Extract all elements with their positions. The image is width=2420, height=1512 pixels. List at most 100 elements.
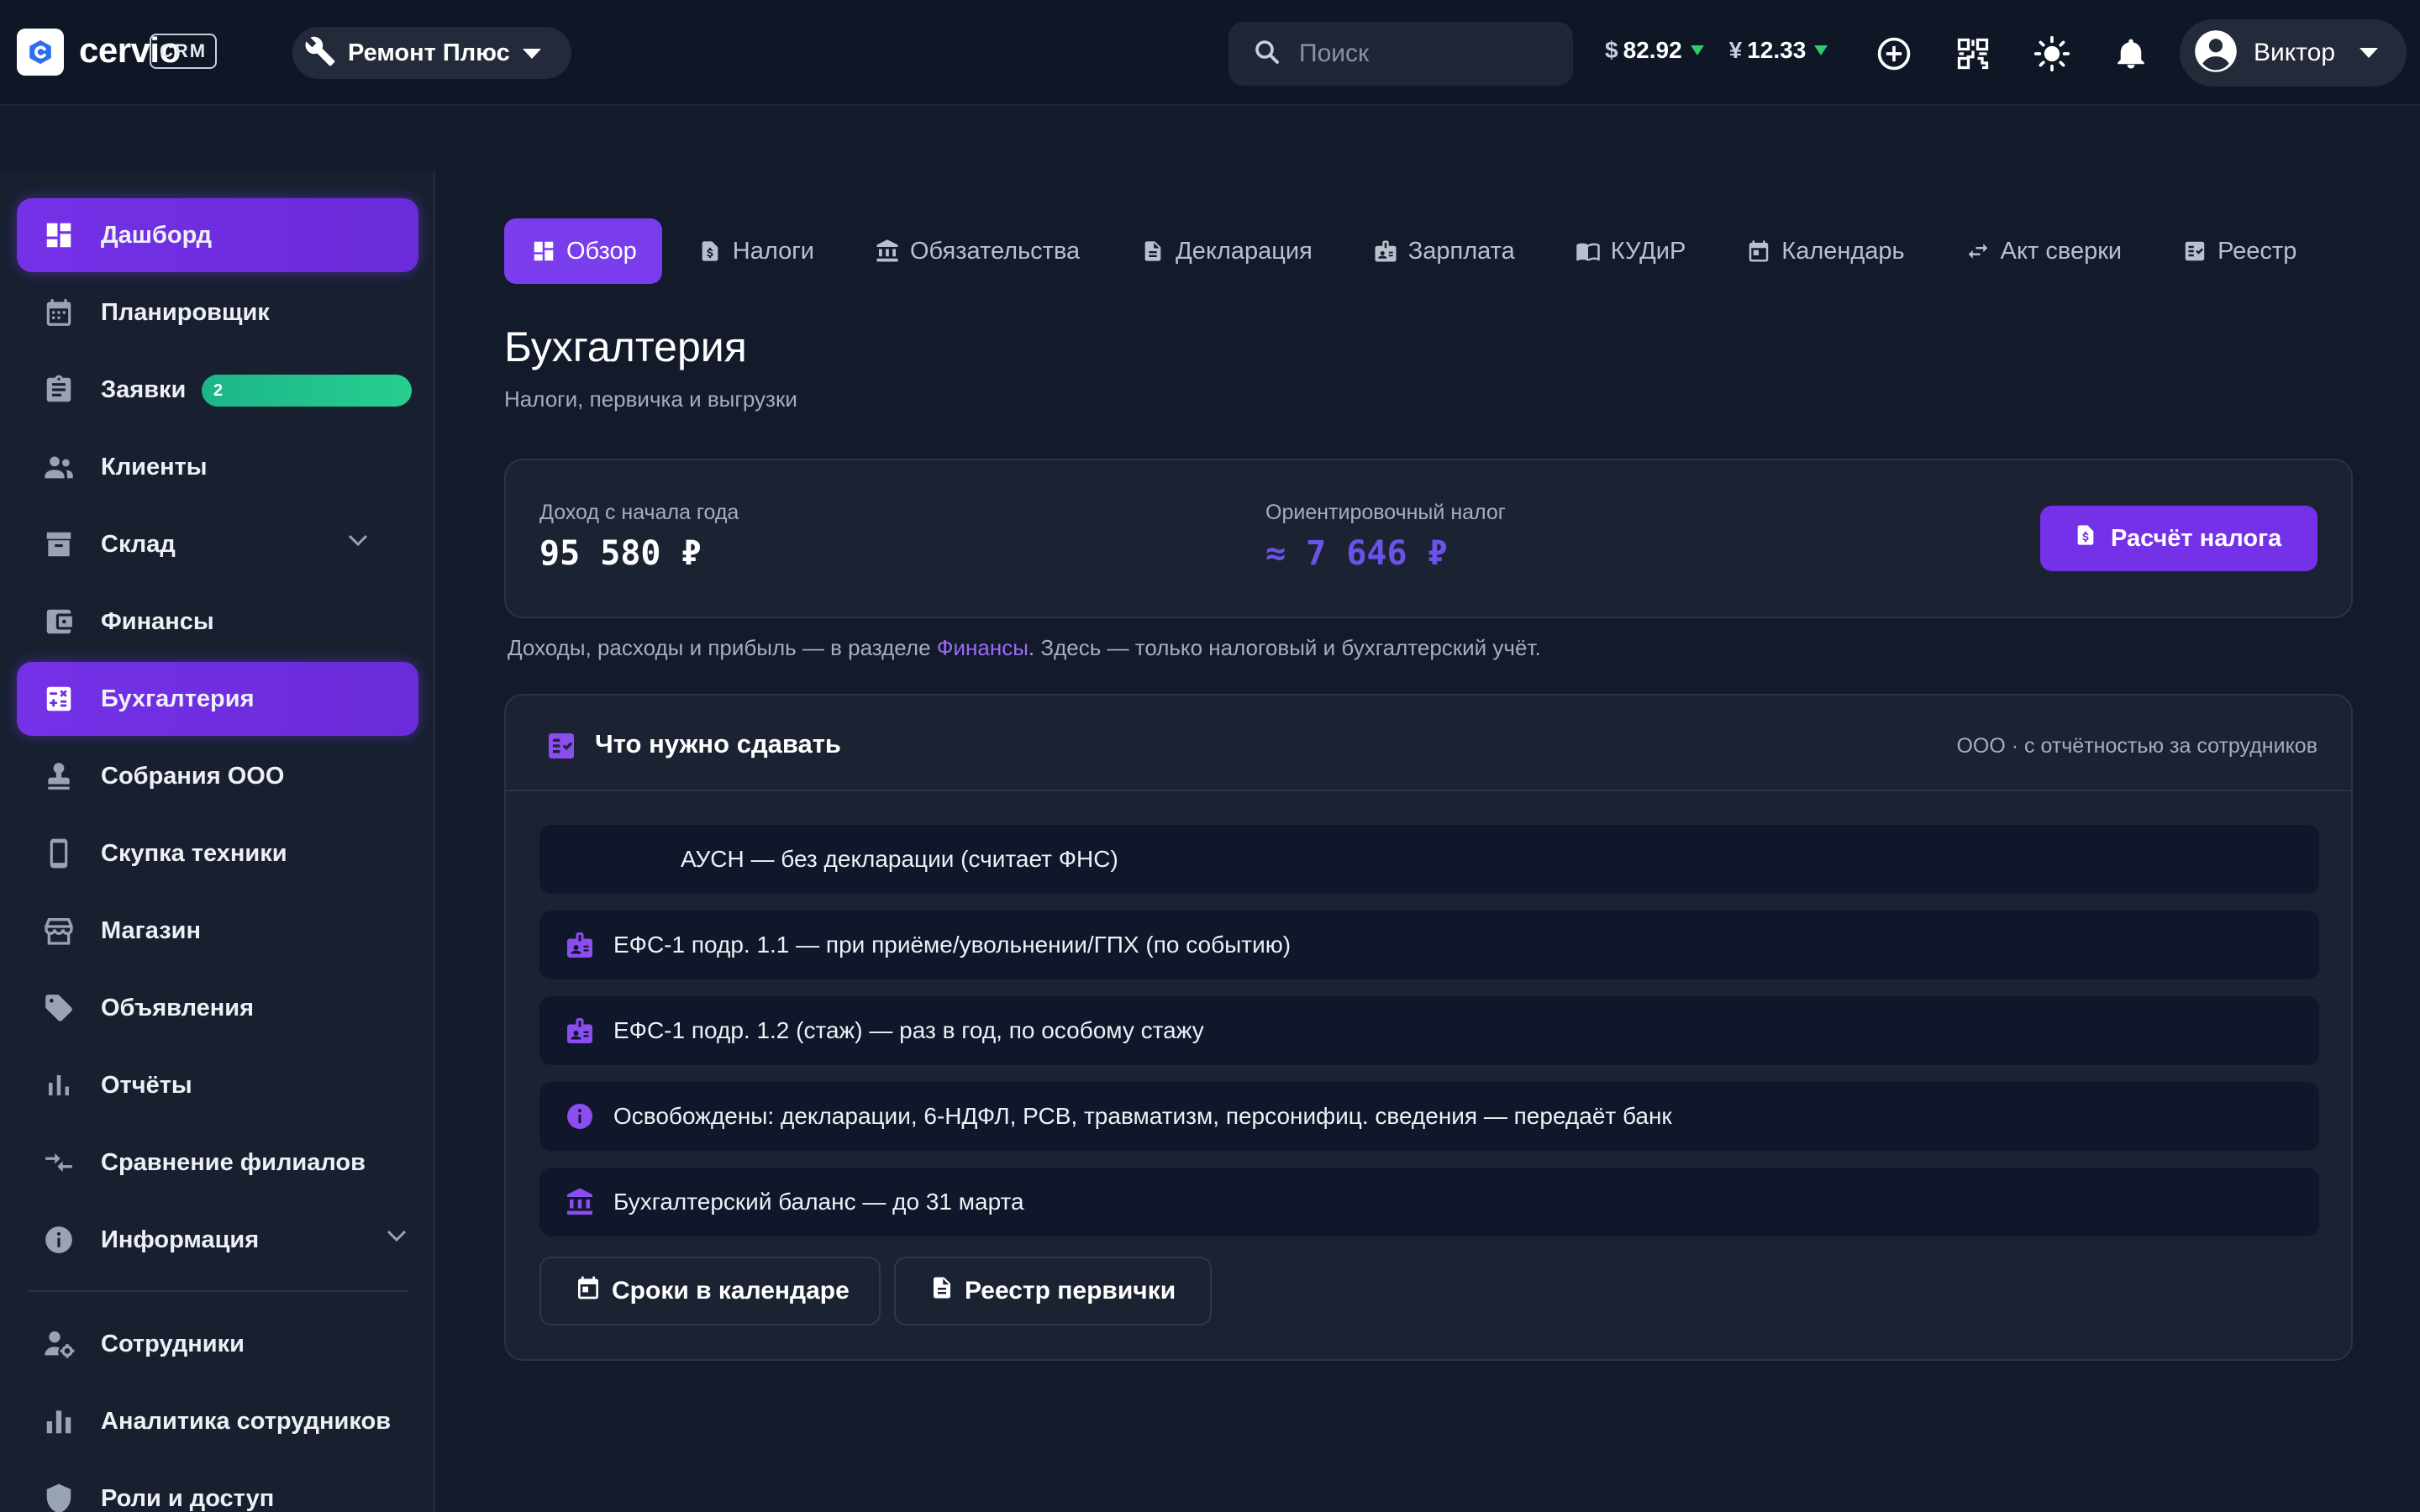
chevron-down-icon <box>2360 47 2378 62</box>
sidebar-item-label: Информация <box>101 1226 260 1253</box>
sidebar-item-buyback[interactable]: Скупка техники <box>17 816 418 890</box>
list-item-text: АУСН — без декларации (считает ФНС) <box>681 846 1118 872</box>
currency-rates: $ 82.92 ¥ 12.33 <box>1605 37 1828 64</box>
sidebar-item-reports[interactable]: Отчёты <box>17 1048 418 1122</box>
list-item: АУСН — без декларации (считает ФНС) <box>539 825 2319 894</box>
rate-usd: $ 82.92 <box>1605 37 1704 64</box>
compare-icon <box>40 1144 77 1181</box>
sidebar-item-meetings[interactable]: Собрания ООО <box>17 739 418 813</box>
theme-toggle-icon[interactable] <box>2032 34 2072 74</box>
calculate-tax-label: Расчёт налога <box>2111 524 2282 552</box>
bell-icon[interactable] <box>2111 34 2151 74</box>
finance-note: Доходы, расходы и прибыль — в разделе Фи… <box>508 635 1541 661</box>
tab-kudir[interactable]: КУДиР <box>1549 218 1712 284</box>
user-menu[interactable]: Виктор <box>2180 19 2407 87</box>
tab-taxes[interactable]: Налоги <box>671 218 839 284</box>
page-title: Бухгалтерия <box>504 323 747 370</box>
sidebar-item-label: Сравнение филиалов <box>101 1148 366 1176</box>
sidebar-item-label: Роли и доступ <box>101 1484 275 1512</box>
sidebar-item-requests[interactable]: Заявки 2 <box>17 353 418 427</box>
tab-overview[interactable]: Обзор <box>504 218 662 284</box>
primary-docs-registry-label: Реестр первички <box>965 1277 1176 1305</box>
finance-link[interactable]: Финансы <box>937 635 1028 660</box>
rate-cny-value: 12.33 <box>1747 37 1807 63</box>
tab-registry[interactable]: Реестр <box>2155 218 2296 284</box>
bank-icon <box>563 1185 597 1219</box>
sidebar-item-label: Дашборд <box>101 221 212 249</box>
search-placeholder: Поиск <box>1299 39 1370 67</box>
rate-cny: ¥ 12.33 <box>1729 37 1828 64</box>
sidebar-item-finance[interactable]: Финансы <box>17 585 418 659</box>
sidebar-item-label: Собрания ООО <box>101 762 285 790</box>
list-item-text: Бухгалтерский баланс — до 31 марта <box>613 1189 1024 1215</box>
tab-reconciliation[interactable]: Акт сверки <box>1939 218 2147 284</box>
book-icon <box>1574 237 1602 265</box>
sidebar-item-label: Объявления <box>101 994 255 1021</box>
calendar-icon <box>40 294 77 331</box>
sidebar-item-dashboard[interactable]: Дашборд <box>17 198 418 272</box>
badge-icon <box>563 928 597 962</box>
bank-icon <box>873 237 902 265</box>
avatar-icon <box>2193 29 2238 78</box>
clipboard-icon <box>40 371 77 408</box>
badge-icon <box>1371 237 1400 265</box>
sidebar-item-clients[interactable]: Клиенты <box>17 430 418 504</box>
sidebar-item-label: Магазин <box>101 916 201 944</box>
branch-label: Ремонт Плюс <box>348 39 510 66</box>
add-circle-icon[interactable] <box>1874 34 1914 74</box>
tab-declaration[interactable]: Декларация <box>1113 218 1338 284</box>
calendar-deadlines-button[interactable]: Сроки в календаре <box>539 1257 881 1326</box>
sidebar-item-accounting[interactable]: Бухгалтерия <box>17 662 418 736</box>
tab-obligations[interactable]: Обязательства <box>848 218 1105 284</box>
tab-label: Декларация <box>1176 237 1313 265</box>
trend-down-icon <box>1814 45 1828 55</box>
sidebar-item-warehouse[interactable]: Склад <box>17 507 418 581</box>
list-item-text: Освобождены: декларации, 6-НДФЛ, РСВ, тр… <box>613 1103 1672 1129</box>
logo-icon[interactable] <box>17 29 64 76</box>
tax-doc-icon <box>696 237 724 265</box>
tab-label: Зарплата <box>1407 237 1515 265</box>
list-item-text: ЕФС-1 подр. 1.2 (стаж) — раз в год, по о… <box>613 1017 1204 1043</box>
filing-requirements-card: Что нужно сдавать ООО · с отчётностью за… <box>504 694 2353 1361</box>
qr-code-icon[interactable] <box>1953 34 1993 74</box>
sidebar-item-staff-analytics[interactable]: Аналитика сотрудников <box>17 1384 418 1458</box>
search-input[interactable]: Поиск <box>1228 22 1573 86</box>
tab-label: Обязательства <box>910 237 1081 265</box>
shield-icon <box>40 1480 77 1512</box>
sidebar-item-info[interactable]: Информация <box>17 1203 418 1277</box>
checklist-icon <box>543 729 580 767</box>
calendar-deadlines-label: Сроки в календаре <box>612 1277 850 1305</box>
sidebar-item-label: Планировщик <box>101 298 270 326</box>
branch-selector[interactable]: Ремонт Плюс <box>292 27 571 79</box>
chevron-down-icon <box>523 48 541 63</box>
tab-label: Акт сверки <box>2000 237 2123 265</box>
tab-salary[interactable]: Зарплата <box>1346 218 1540 284</box>
sidebar-item-planner[interactable]: Планировщик <box>17 276 418 349</box>
sidebar-item-ads[interactable]: Объявления <box>17 971 418 1045</box>
sidebar-item-label: Аналитика сотрудников <box>101 1407 392 1435</box>
sidebar-item-compare-branches[interactable]: Сравнение филиалов <box>17 1126 418 1200</box>
calculate-tax-button[interactable]: Расчёт налога <box>2040 506 2317 571</box>
calculator-icon <box>40 680 77 717</box>
calendar-icon <box>1744 237 1773 265</box>
page-subtitle: Налоги, первичка и выгрузки <box>504 386 797 412</box>
dashboard-icon <box>529 237 558 265</box>
tab-label: Реестр <box>2217 237 2297 265</box>
swap-icon <box>1964 237 1992 265</box>
card-title: Что нужно сдавать <box>595 729 841 759</box>
card-header: Что нужно сдавать ООО · с отчётностью за… <box>506 696 2351 791</box>
top-bar: cervio CRM Ремонт Плюс Поиск $ 82.92 ¥ 1… <box>0 0 2420 106</box>
sidebar-item-label: Скупка техники <box>101 839 287 867</box>
income-label: Доход с начала года <box>539 501 739 524</box>
sidebar-item-shop[interactable]: Магазин <box>17 894 418 968</box>
rate-cny-symbol: ¥ <box>1728 37 1743 63</box>
tab-label: КУДиР <box>1610 237 1686 265</box>
crm-badge: CRM <box>150 34 218 69</box>
primary-docs-registry-button[interactable]: Реестр первички <box>894 1257 1212 1326</box>
tax-estimate-label: Ориентировочный налог <box>1265 501 1506 524</box>
sidebar-item-staff[interactable]: Сотрудники <box>17 1307 418 1381</box>
tab-calendar[interactable]: Календарь <box>1719 218 1929 284</box>
list-item: Освобождены: декларации, 6-НДФЛ, РСВ, тр… <box>539 1082 2319 1151</box>
sidebar-item-label: Клиенты <box>101 453 208 480</box>
sidebar-item-roles[interactable]: Роли и доступ <box>17 1462 418 1512</box>
